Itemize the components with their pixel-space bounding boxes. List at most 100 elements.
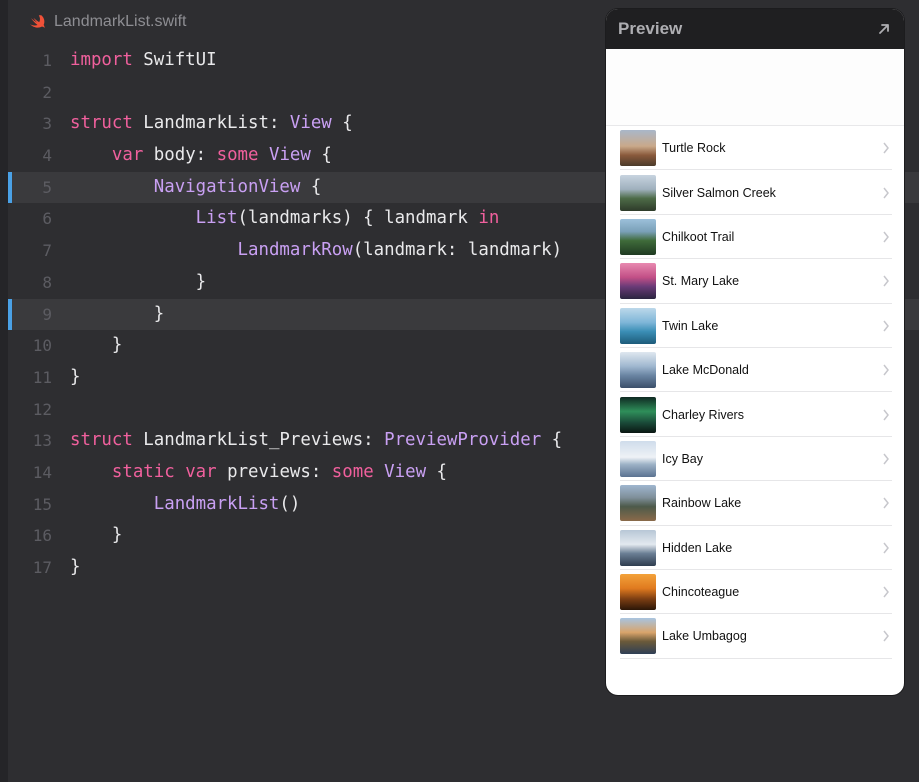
line-number: 6 [42, 209, 52, 229]
landmark-row[interactable]: Turtle Rock [606, 126, 904, 171]
line-number: 14 [32, 462, 52, 482]
code-token-plain: (landmarks) { landmark [237, 208, 479, 229]
landmark-row[interactable]: Lake McDonald [606, 348, 904, 393]
code-token-kw: struct [70, 113, 133, 134]
code-token-plain: (landmark: landmark) [352, 240, 563, 261]
landmark-name: Twin Lake [662, 318, 719, 333]
landmark-name: Turtle Rock [662, 141, 726, 156]
code-text: LandmarkRow(landmark: landmark) [70, 235, 563, 267]
chevron-right-icon [883, 231, 889, 243]
landmark-row[interactable]: St. Mary Lake [606, 259, 904, 304]
line-number: 5 [42, 177, 52, 197]
line-number: 17 [32, 558, 52, 577]
line-number: 7 [42, 241, 52, 261]
code-text: } [70, 267, 207, 299]
line-number: 12 [32, 399, 52, 419]
chevron-right-icon [883, 364, 889, 376]
code-token-kw: var [185, 461, 217, 482]
expand-arrow-icon[interactable] [876, 21, 892, 37]
landmark-name: Hidden Lake [662, 540, 733, 555]
file-name: LandmarkList.swift [54, 13, 187, 30]
chevron-right-icon [883, 320, 889, 332]
landmark-row[interactable]: Icy Bay [606, 437, 904, 482]
landmark-thumbnail [620, 618, 656, 655]
landmark-name: Chilkoot Trail [662, 229, 735, 244]
code-text: } [70, 552, 80, 584]
code-text: } [70, 362, 80, 394]
navigation-bar [606, 49, 904, 126]
code-token-plain: } [70, 525, 123, 546]
code-token-plain: } [70, 335, 123, 356]
chevron-right-icon [883, 631, 889, 642]
line-number: 3 [42, 114, 52, 134]
chevron-right-icon [883, 409, 889, 420]
line-number: 1 [42, 51, 52, 70]
code-token-plain: () [279, 493, 301, 514]
code-token-type: NavigationView [153, 176, 301, 197]
landmark-name: Lake McDonald [662, 363, 749, 378]
code-text: } [70, 299, 164, 331]
code-token-kw: some [216, 145, 259, 166]
preview-title: Preview [618, 19, 683, 38]
code-text: struct LandmarkList_Previews: PreviewPro… [70, 425, 562, 457]
code-token-kw: in [478, 208, 500, 229]
landmark-list: Turtle Rock Silver Salmon Creek Chilkoot T… [606, 126, 904, 660]
landmark-row[interactable]: Chilkoot Trail [606, 215, 904, 260]
code-token-plain: previews: [216, 461, 332, 482]
code-token-kw: struct [70, 430, 133, 451]
line-number: 11 [32, 367, 52, 387]
line-number: 9 [42, 304, 52, 324]
landmark-row[interactable]: Rainbow Lake [606, 481, 904, 526]
code-token-kw: import [70, 50, 133, 70]
chevron-right-icon [883, 542, 889, 554]
code-token-plain: { [426, 461, 448, 482]
line-number: 4 [42, 146, 52, 166]
code-text: var body: some View { [70, 140, 332, 172]
landmark-name: Chincoteague [662, 585, 740, 600]
code-token-plain: { [300, 176, 322, 197]
code-text: List(landmarks) { landmark in [70, 203, 500, 235]
landmark-row[interactable]: Silver Salmon Creek [606, 170, 904, 216]
gutter-strip [0, 0, 8, 782]
preview-header: Preview [606, 9, 904, 49]
landmark-thumbnail [620, 574, 656, 611]
landmark-name: Icy Bay [662, 451, 703, 466]
landmark-row[interactable]: Twin Lake [606, 304, 904, 349]
code-token-kw: some [331, 461, 374, 482]
landmark-name: St. Mary Lake [662, 274, 740, 289]
landmark-row[interactable]: Chincoteague [606, 570, 904, 615]
code-token-plain: body: [143, 145, 217, 166]
code-token-type: LandmarkRow [237, 240, 353, 261]
landmark-thumbnail [620, 396, 656, 433]
file-tab[interactable]: LandmarkList.swift [28, 10, 187, 34]
chevron-right-icon [883, 497, 889, 509]
swift-icon [29, 15, 45, 29]
landmark-row[interactable]: Lake Umbagog [606, 614, 904, 660]
chevron-right-icon [883, 275, 889, 287]
preview-canvas: Preview Turtle Rock Silver Salmon Creek Ch… [606, 9, 904, 695]
code-token-type: View [384, 461, 427, 482]
code-token-plain: } [70, 271, 207, 292]
line-number: 16 [32, 526, 52, 546]
code-token-plain: { [331, 113, 353, 134]
code-token-type: PreviewProvider [384, 430, 542, 451]
chevron-right-icon [883, 142, 889, 154]
code-token-plain: } [70, 303, 165, 324]
code-token-plain: { [310, 145, 332, 166]
code-text: import SwiftUI [70, 45, 217, 77]
code-token-type: View [289, 113, 332, 134]
code-text: } [70, 520, 122, 552]
landmark-row[interactable]: Charley Rivers [606, 392, 904, 438]
landmark-name: Lake Umbagog [662, 629, 747, 644]
code-token-kw: var [111, 145, 144, 166]
landmark-thumbnail [620, 263, 656, 300]
landmark-row[interactable]: Hidden Lake [606, 526, 904, 571]
line-number: 8 [42, 272, 52, 292]
code-token-plain: LandmarkList: [132, 113, 290, 134]
